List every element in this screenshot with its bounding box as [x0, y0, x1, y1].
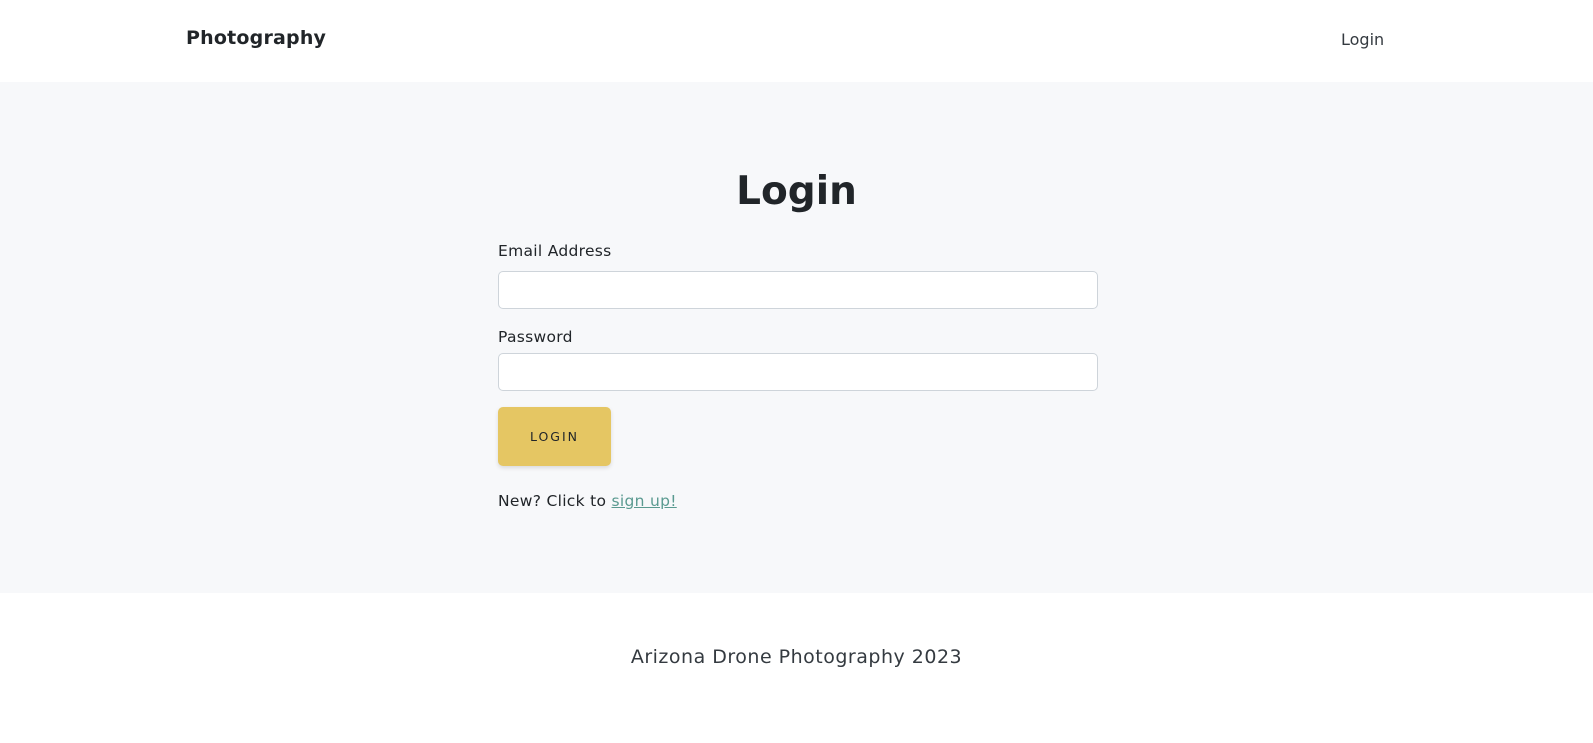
nav-link-login[interactable]: Login — [1341, 30, 1384, 49]
password-field[interactable] — [498, 353, 1098, 391]
footer-text: Arizona Drone Photography 2023 — [630, 646, 963, 668]
login-button[interactable]: LOGIN — [498, 407, 611, 466]
email-label: Email Address — [498, 242, 612, 260]
main-content: Login Email Address Password LOGIN New? … — [0, 82, 1593, 593]
signup-prompt: New? Click to sign up! — [498, 492, 677, 510]
brand-logo[interactable]: Photography — [186, 27, 326, 49]
email-field[interactable] — [498, 271, 1098, 309]
signup-prompt-text: New? Click to — [498, 492, 612, 510]
navbar: Photography Login — [0, 0, 1593, 82]
signup-link[interactable]: sign up! — [612, 492, 677, 510]
password-label: Password — [498, 328, 573, 346]
page-title: Login — [736, 169, 857, 214]
footer: Arizona Drone Photography 2023 — [0, 593, 1593, 743]
